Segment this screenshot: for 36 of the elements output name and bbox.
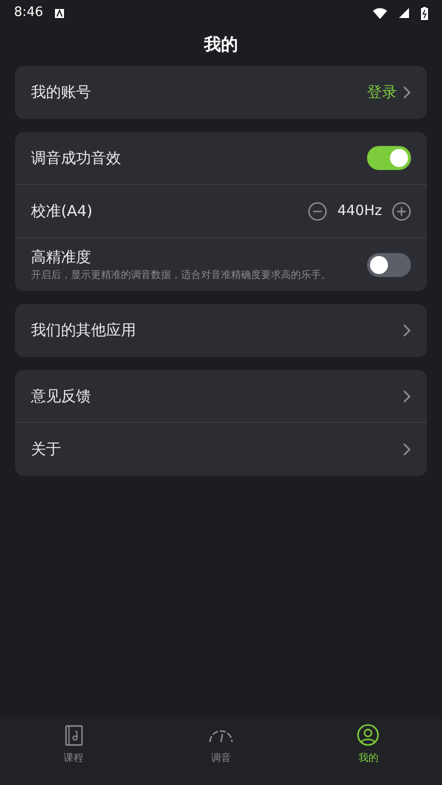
signal-icon xyxy=(399,8,409,18)
plus-icon[interactable] xyxy=(392,202,411,220)
nav-tab[interactable]: 我的 xyxy=(294,723,442,766)
tab-label: 调音 xyxy=(210,752,231,766)
music-book-icon xyxy=(64,724,83,746)
user-icon xyxy=(357,724,380,746)
row-label: 调音成功音效 xyxy=(31,148,122,169)
nav-tab[interactable]: 调音 xyxy=(147,723,295,766)
settings-row[interactable]: 我的账号 登录 xyxy=(15,66,427,119)
nav-tab[interactable]: 课程 xyxy=(0,723,148,766)
row-label: 意见反馈 xyxy=(31,386,92,407)
tab-label: 我的 xyxy=(358,752,378,766)
settings-row[interactable]: 关于 xyxy=(15,423,427,476)
status-time: 8:46 xyxy=(14,4,44,22)
row-label: 高精准度 xyxy=(31,247,92,268)
settings-row[interactable]: 我们的其他应用 xyxy=(15,304,427,357)
row-label: 关于 xyxy=(31,439,62,460)
login-link[interactable]: 登录 xyxy=(367,81,397,104)
wifi-icon xyxy=(373,8,387,18)
row-label: 我们的其他应用 xyxy=(31,320,137,342)
settings-row[interactable]: 意见反馈 xyxy=(15,370,427,423)
chevron-right-icon xyxy=(403,443,411,456)
toggle-switch[interactable] xyxy=(367,146,411,170)
chevron-right-icon xyxy=(403,390,411,402)
row-description: 开启后，显示更精准的调音数据，适合对音准精确度要求高的乐手。 xyxy=(31,268,331,283)
toggle-switch[interactable] xyxy=(367,252,411,276)
minus-icon[interactable] xyxy=(308,202,328,220)
chevron-right-icon xyxy=(403,324,411,337)
row-label: 校准(A4) xyxy=(31,200,94,222)
notification-icon xyxy=(55,8,64,18)
battery-icon xyxy=(421,6,428,20)
frequency-value: 440Hz xyxy=(337,202,382,220)
chevron-right-icon xyxy=(403,86,411,99)
page-title: 我的 xyxy=(204,34,238,58)
tab-label: 课程 xyxy=(64,752,84,766)
row-label: 我的账号 xyxy=(31,82,92,104)
